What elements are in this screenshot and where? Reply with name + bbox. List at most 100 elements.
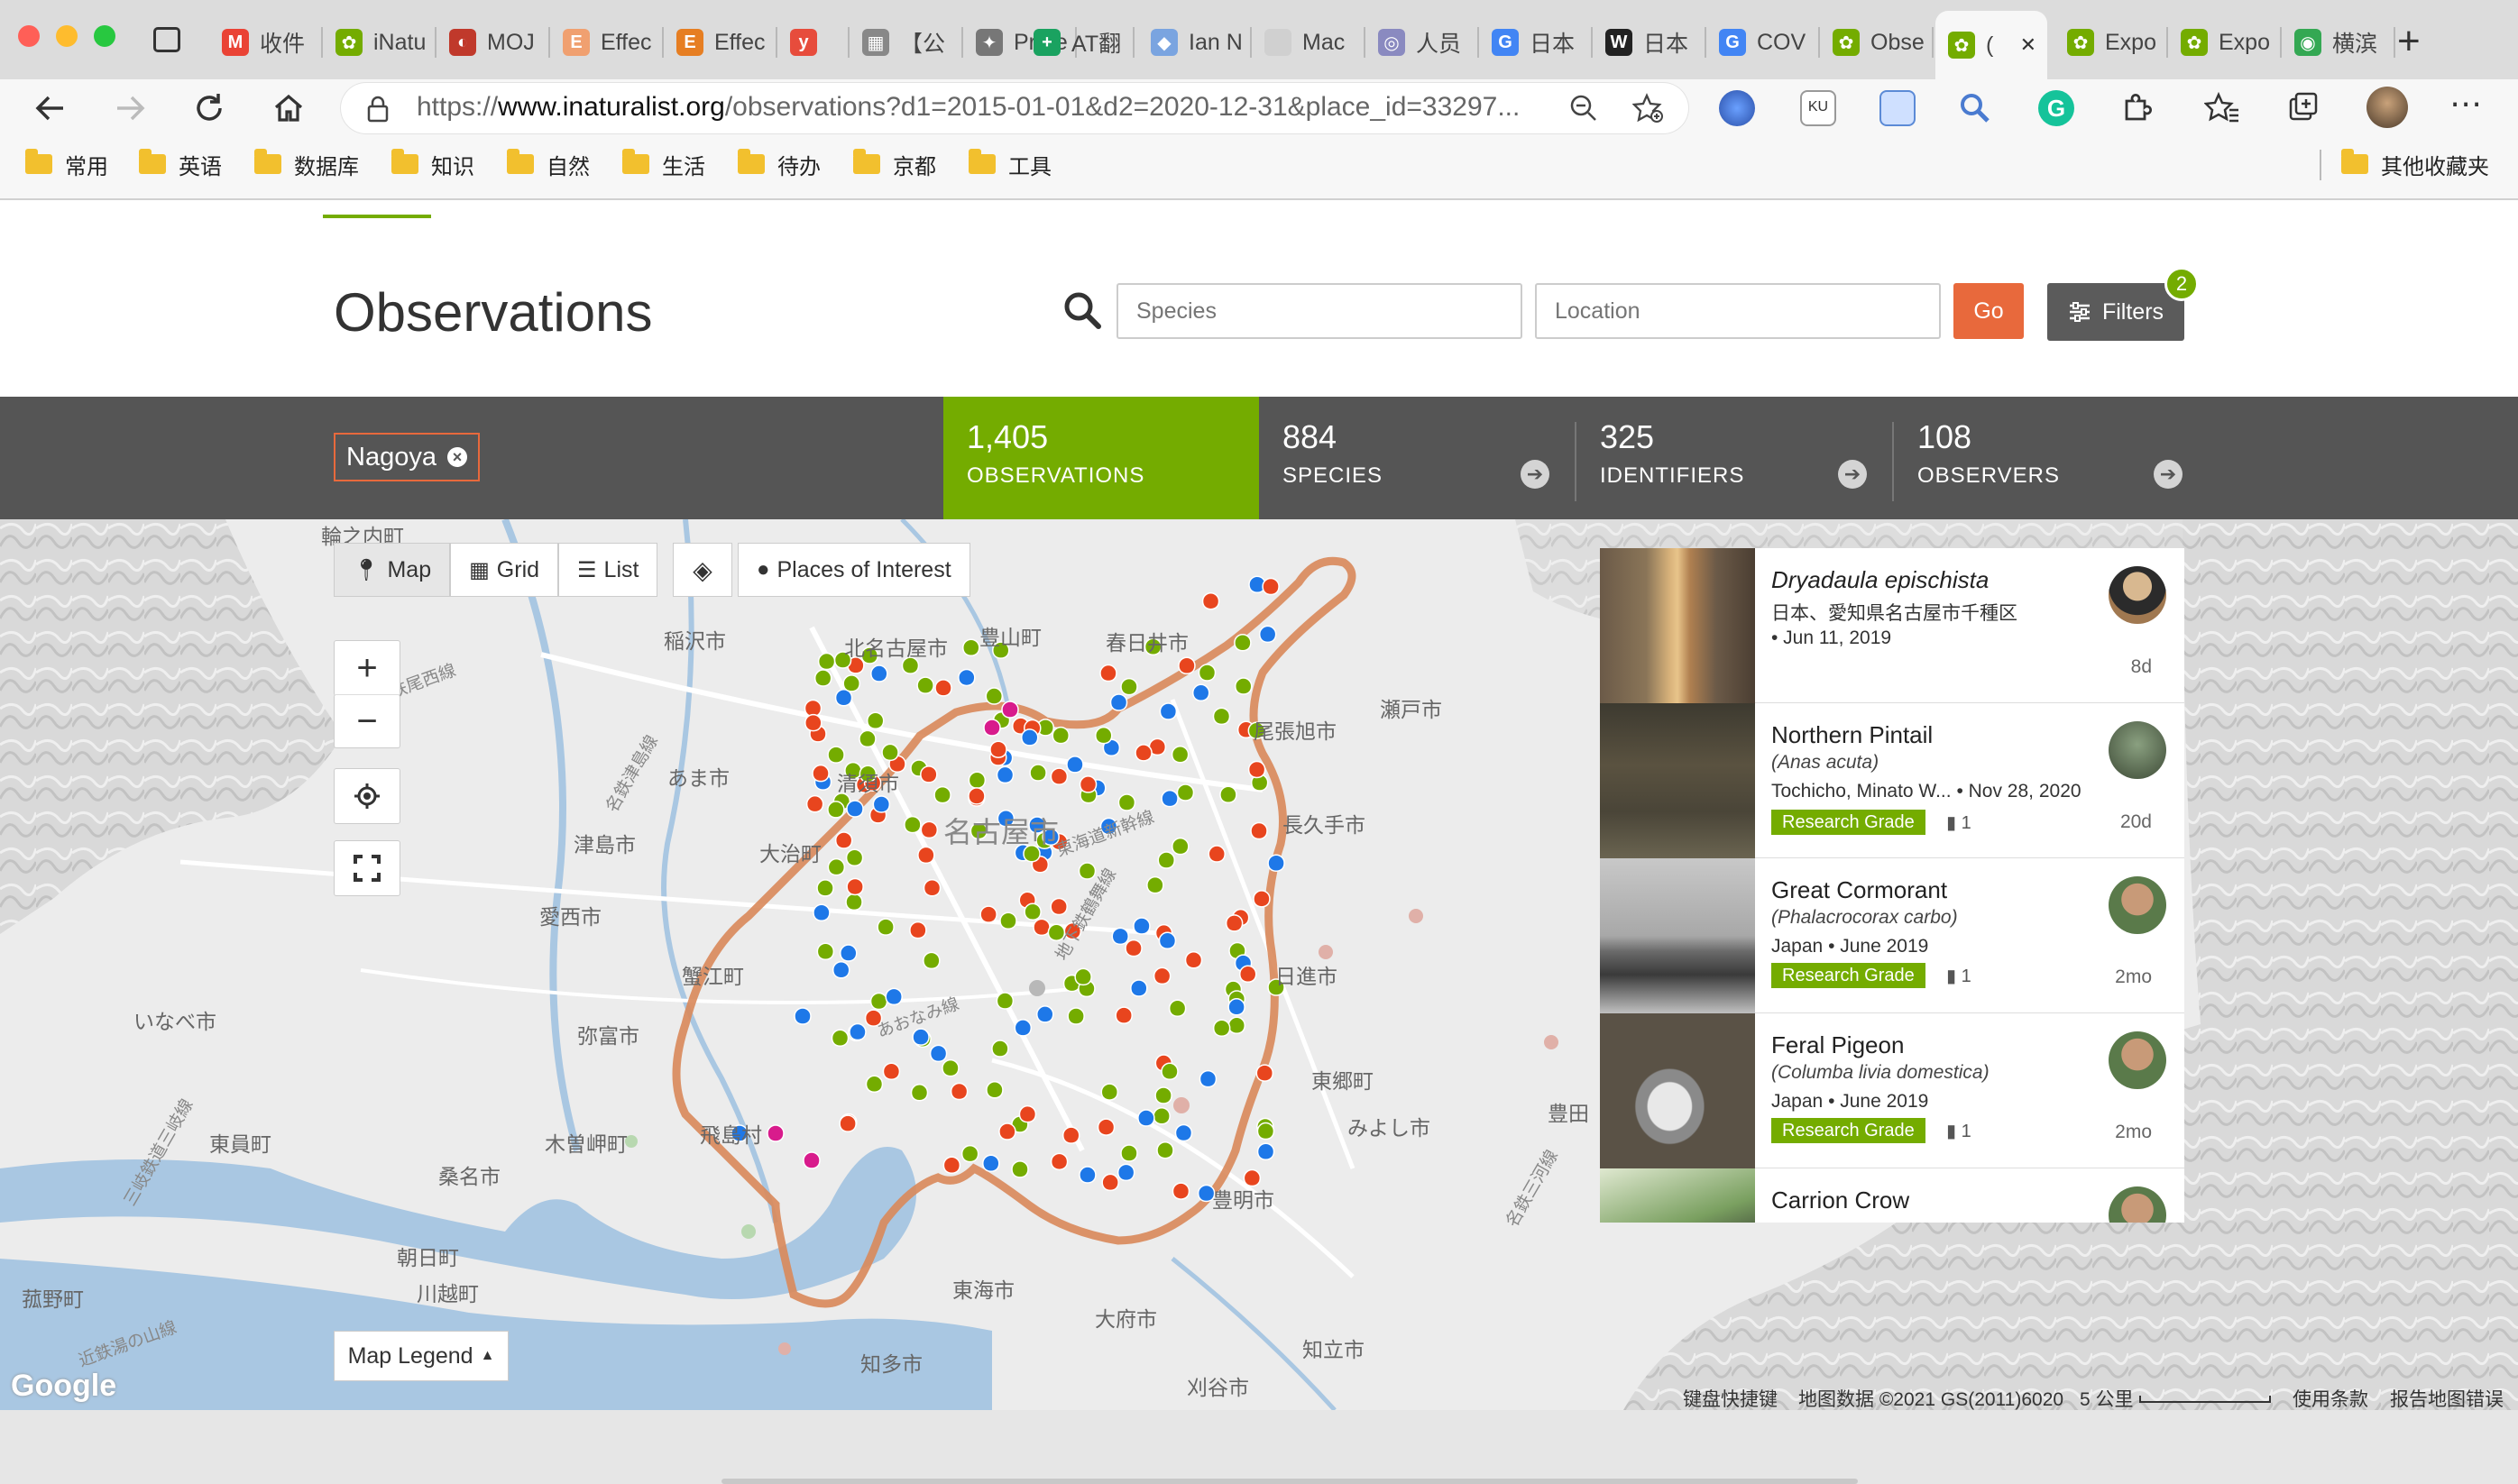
browser-tab[interactable]: ◎ 人员 [1365, 14, 1479, 70]
observation-pin[interactable] [1101, 1173, 1119, 1192]
observation-pin[interactable] [827, 801, 845, 819]
observation-pin[interactable] [1099, 664, 1117, 682]
observation-pin[interactable] [960, 1144, 979, 1163]
browser-tab[interactable]: + AT翻 [1021, 14, 1135, 70]
observation-pin[interactable] [1201, 591, 1220, 610]
observation-name[interactable]: Carrion Crow [1771, 1186, 1909, 1214]
observations-map[interactable]: 輪之内町 稲沢市 北名古屋市 豊山町 春日井市 瀬戸市 尾張旭市 長久手市 あま市 清須市 名古屋市… [0, 519, 2518, 1410]
observation-pin[interactable] [1234, 677, 1253, 695]
observation-pin[interactable] [832, 960, 850, 979]
observation-pin[interactable] [1253, 890, 1271, 908]
horizontal-scrollbar[interactable] [721, 1479, 1858, 1484]
arrow-right-icon[interactable]: ➔ [1521, 460, 1549, 489]
observation-pin[interactable] [968, 787, 986, 805]
observation-pin[interactable] [1146, 875, 1164, 894]
observation-pin[interactable] [1262, 577, 1280, 596]
observation-pin[interactable] [912, 1028, 930, 1046]
observation-pin[interactable] [1198, 664, 1217, 682]
observation-pin[interactable] [767, 1124, 785, 1142]
observation-card[interactable]: Carrion Crow [1600, 1168, 2184, 1223]
bookmark-folder[interactable]: 生活 [622, 144, 705, 184]
observation-pin[interactable] [813, 903, 831, 921]
observation-pin[interactable] [923, 878, 942, 897]
observation-pin[interactable] [805, 794, 824, 813]
browser-tab[interactable]: E Effec [550, 14, 664, 70]
extension-doc-icon[interactable] [1879, 90, 1916, 126]
browser-tab[interactable]: ▦ 【公 [850, 14, 963, 70]
bookmark-folder[interactable]: 待办 [738, 144, 821, 184]
observation-pin[interactable] [827, 746, 845, 764]
observation-pin[interactable] [839, 1114, 857, 1132]
observation-pin[interactable] [1115, 1006, 1133, 1024]
favorites-icon[interactable] [2203, 90, 2240, 126]
observer-avatar[interactable] [2109, 1031, 2166, 1089]
observation-photo[interactable] [1600, 1168, 1755, 1223]
observation-pin[interactable] [1156, 1140, 1174, 1159]
observation-pin[interactable] [1199, 1069, 1218, 1088]
observation-pin[interactable] [942, 1156, 961, 1174]
observation-pin[interactable] [1172, 1182, 1190, 1200]
observation-pin[interactable] [1117, 1163, 1135, 1182]
observation-pin[interactable] [1171, 746, 1190, 764]
observation-pin[interactable] [866, 711, 885, 729]
observation-pin[interactable] [1227, 998, 1245, 1016]
browser-tab[interactable]: ✿ Expo [2168, 14, 2282, 70]
observation-photo[interactable] [1600, 548, 1755, 703]
observation-pin[interactable] [1052, 726, 1070, 745]
minimize-window-button[interactable] [56, 25, 78, 47]
observation-pin[interactable] [1208, 845, 1226, 863]
observation-pin[interactable] [882, 1062, 901, 1081]
observation-pin[interactable] [1074, 967, 1092, 986]
browser-tab[interactable]: ✿ iNatu [323, 14, 437, 70]
observation-pin[interactable] [1018, 1104, 1037, 1123]
observation-pin[interactable] [803, 1151, 821, 1169]
observation-pin[interactable] [1157, 851, 1176, 869]
observation-pin[interactable] [846, 877, 864, 896]
observation-name[interactable]: Northern Pintail [1771, 721, 1933, 749]
observation-pin[interactable] [1267, 854, 1285, 873]
observation-pin[interactable] [1033, 918, 1051, 937]
map-legend-button[interactable]: Map Legend ▲ [334, 1331, 509, 1381]
browser-tab[interactable]: ✿ Expo [2054, 14, 2168, 70]
observation-pin[interactable] [885, 987, 903, 1006]
extension-grammarly-icon[interactable]: G [2038, 90, 2074, 126]
observation-pin[interactable] [934, 679, 952, 697]
observation-pin[interactable] [1255, 1064, 1274, 1082]
observation-pin[interactable] [986, 1081, 1004, 1099]
back-button[interactable] [29, 87, 72, 130]
observation-pin[interactable] [1153, 1107, 1171, 1125]
more-menu-icon[interactable]: ⋯ [2449, 87, 2486, 126]
close-window-button[interactable] [18, 25, 40, 47]
observation-card[interactable]: Feral Pigeon (Columba livia domestica) J… [1600, 1013, 2184, 1168]
observation-pin[interactable] [904, 815, 922, 834]
observation-list[interactable]: Dryadaula epischista 日本、愛知県名古屋市千種区 • Jun… [1600, 548, 2184, 1223]
observation-pin[interactable] [1184, 950, 1203, 969]
observer-avatar[interactable] [2109, 1186, 2166, 1223]
bookmark-folder[interactable]: 自然 [507, 144, 590, 184]
observer-avatar[interactable] [2109, 721, 2166, 779]
observation-pin[interactable] [942, 1058, 960, 1077]
observation-pin[interactable] [1001, 701, 1019, 719]
observation-pin[interactable] [842, 674, 860, 692]
browser-tab[interactable]: ◆ Ian N [1138, 14, 1252, 70]
zoom-out-button[interactable]: − [334, 694, 400, 748]
tab-actions-icon[interactable] [153, 27, 180, 52]
observation-pin[interactable] [1079, 775, 1098, 793]
observation-pin[interactable] [962, 638, 980, 656]
reload-button[interactable] [188, 87, 231, 130]
species-input[interactable] [1117, 283, 1522, 339]
observation-pin[interactable] [827, 857, 846, 876]
observation-pin[interactable] [881, 743, 899, 762]
observation-pin[interactable] [1153, 966, 1172, 985]
observation-pin[interactable] [869, 992, 888, 1011]
observation-pin[interactable] [865, 1075, 884, 1094]
zoom-window-button[interactable] [94, 25, 115, 47]
zoom-in-button[interactable]: + [334, 640, 400, 696]
observation-pin[interactable] [920, 820, 939, 839]
bookmark-folder[interactable]: 数据库 [254, 144, 359, 184]
terms-link[interactable]: 使用条款 [2293, 1385, 2368, 1410]
bookmark-folder[interactable]: 英语 [139, 144, 222, 184]
browser-tab[interactable]: G COV [1706, 14, 1820, 70]
observation-pin[interactable] [929, 1044, 948, 1063]
observation-pin[interactable] [872, 795, 891, 813]
